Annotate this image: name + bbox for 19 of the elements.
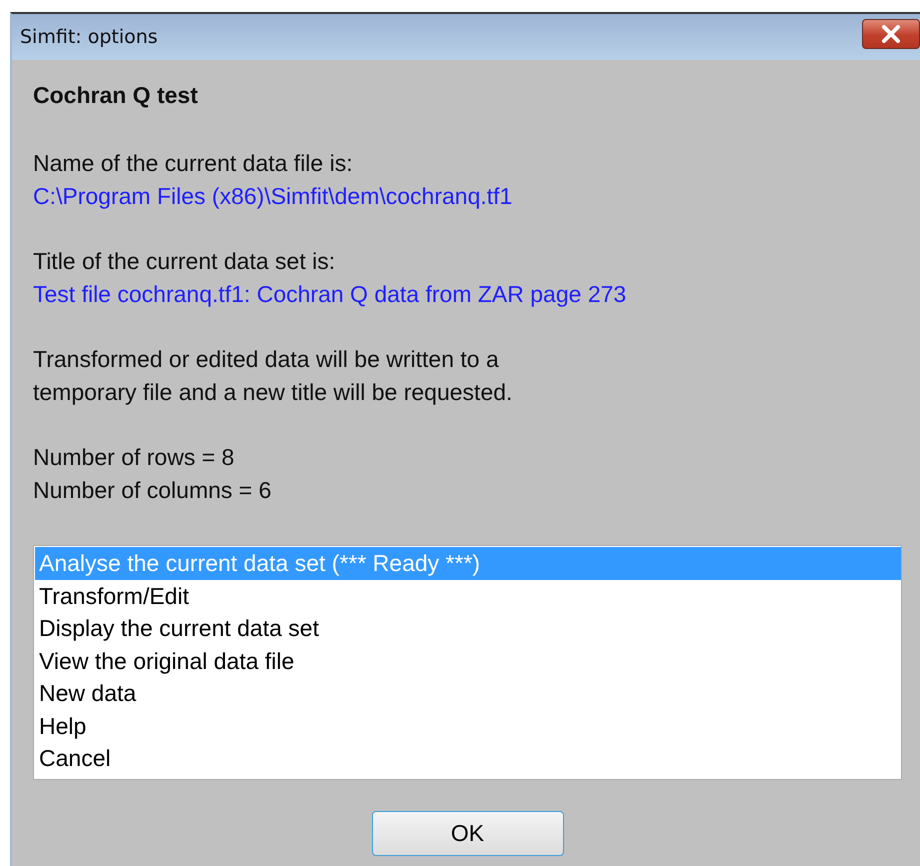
info-text: Number of rows = 8 [33,443,236,472]
window-title: Simfit: options [20,26,158,48]
dialog-heading: Cochran Q test [33,82,199,109]
list-item[interactable]: View the original data file [35,644,901,677]
list-item[interactable]: Help [35,710,901,742]
list-item[interactable]: Cancel [35,742,901,774]
info-text: temporary file and a new title will be requested. [33,378,514,407]
info-text: Title of the current data set is: [33,247,336,276]
info-value: Test file cochranq.tf1: Cochran Q data from ZAR page 273 [33,280,628,309]
list-item[interactable]: Display the current data set [35,612,901,644]
info-text: Number of columns = 6 [33,476,272,504]
close-icon [881,25,901,43]
close-button[interactable] [862,19,920,49]
info-value: C:\Program Files (x86)\Simfit\dem\cochranq.tf1 [33,182,514,211]
ok-button[interactable]: OK [372,810,564,856]
info-text: Name of the current data file is: [33,149,354,178]
list-item[interactable]: Transform/Edit [35,580,901,612]
info-text: Transformed or edited data will be written to a [33,345,500,374]
list-item[interactable]: New data [35,677,901,710]
